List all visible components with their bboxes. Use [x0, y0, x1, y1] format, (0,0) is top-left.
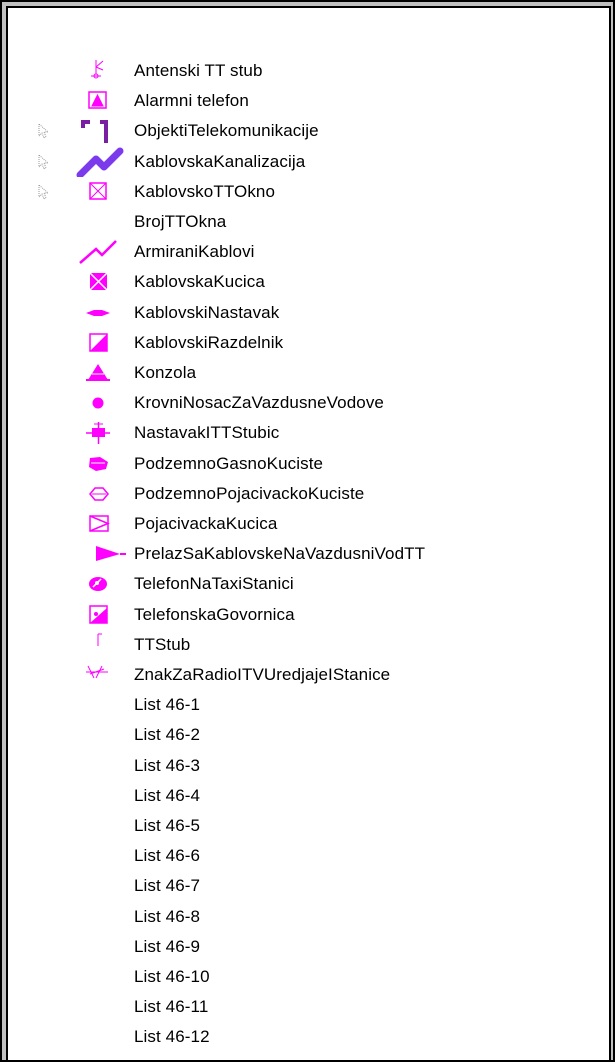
legend-item[interactable]: KrovniNosacZaVazdusneVodove: [8, 388, 608, 418]
cable-manhole-icon: [76, 177, 116, 207]
legend-item[interactable]: TelefonNaTaxiStanici: [8, 569, 608, 599]
legend-item-label: KablovskiNastavak: [134, 303, 280, 322]
legend-item-label: ZnakZaRadioITVUredjajeIStanice: [134, 665, 391, 684]
legend-item[interactable]: List 46-4: [8, 781, 608, 811]
underground-amplifier-housing-icon: [76, 479, 116, 509]
telecom-object-bracket-icon: [76, 116, 116, 146]
legend-item-label: BrojTTOkna: [134, 212, 227, 231]
legend-item-label: TelefonskaGovornica: [134, 605, 295, 624]
amplifier-box-icon: [76, 509, 116, 539]
legend-panel[interactable]: Antenski TT stub Alarmni telefon ObjektiTe…: [6, 6, 611, 1060]
tt-pole-icon: [76, 630, 116, 660]
legend-item[interactable]: KablovskiNastavak: [8, 298, 608, 328]
legend-item-label: KrovniNosacZaVazdusneVodove: [134, 393, 384, 412]
legend-item-label: List 46-1: [134, 695, 201, 714]
legend-item-label: PrelazSaKablovskeNaVazdusniVodTT: [134, 544, 426, 563]
legend-item[interactable]: List 46-3: [8, 751, 608, 781]
cable-joint-icon: [76, 298, 116, 328]
taxi-phone-icon: [76, 569, 116, 599]
selectable-pointer-icon: [38, 154, 50, 170]
legend-item[interactable]: ZnakZaRadioITVUredjajeIStanice: [8, 660, 608, 690]
legend-item[interactable]: ObjektiTelekomunikacije: [8, 116, 608, 146]
legend-item-label: NastavakITTStubic: [134, 423, 280, 442]
alarm-phone-icon: [76, 86, 116, 116]
legend-item-label: ObjektiTelekomunikacije: [134, 121, 319, 140]
armored-cable-line-icon: [76, 237, 117, 267]
legend-item[interactable]: PrelazSaKablovskeNaVazdusniVodTT: [8, 539, 608, 569]
legend-item-label: List 46-2: [134, 725, 201, 744]
legend-item[interactable]: List 46-7: [8, 871, 608, 901]
transition-flag-icon: [76, 539, 126, 569]
legend-item-label: List 46-3: [134, 756, 201, 775]
legend-item[interactable]: Konzola: [8, 358, 608, 388]
console-triangle-icon: [76, 358, 116, 388]
extension-post-icon: [76, 418, 116, 448]
legend-item-label: List 46-7: [134, 876, 201, 895]
legend-item-label: List 46-12: [134, 1027, 210, 1046]
legend-item[interactable]: TTStub: [8, 630, 608, 660]
legend-item-label: List 46-6: [134, 846, 201, 865]
legend-item-label: KablovskaKanalizacija: [134, 152, 306, 171]
underground-gas-housing-icon: [76, 449, 116, 479]
legend-item[interactable]: List 46-1: [8, 690, 608, 720]
legend-item[interactable]: NastavakITTStubic: [8, 418, 608, 448]
legend-item-label: KablovskaKucica: [134, 272, 265, 291]
phone-booth-icon: [76, 600, 116, 630]
legend-item[interactable]: TelefonskaGovornica: [8, 600, 608, 630]
cable-distributor-icon: [76, 328, 116, 358]
legend-item-label: TTStub: [134, 635, 191, 654]
selectable-pointer-icon: [38, 123, 50, 139]
legend-window-frame: Antenski TT stub Alarmni telefon ObjektiTe…: [0, 0, 615, 1062]
selectable-pointer-icon: [38, 184, 50, 200]
legend-item-label: Antenski TT stub: [134, 61, 263, 80]
legend-item[interactable]: KablovskiRazdelnik: [8, 328, 608, 358]
legend-item[interactable]: ArmiraniKablovi: [8, 237, 608, 267]
legend-item[interactable]: List 46-9: [8, 932, 608, 962]
legend-item-label: TelefonNaTaxiStanici: [134, 574, 294, 593]
legend-item[interactable]: KablovskaKanalizacija: [8, 147, 608, 177]
legend-item[interactable]: List 46-10: [8, 962, 608, 992]
roof-support-dot-icon: [76, 388, 116, 418]
legend-item-label: Konzola: [134, 363, 197, 382]
legend-item-label: Alarmni telefon: [134, 91, 249, 110]
antenna-pole-icon: [76, 56, 116, 86]
legend-item[interactable]: List 46-2: [8, 720, 608, 750]
legend-item[interactable]: PodzemnoGasnoKuciste: [8, 449, 608, 479]
legend-item-label: List 46-5: [134, 816, 201, 835]
legend-item[interactable]: PodzemnoPojacivackoKuciste: [8, 479, 608, 509]
legend-item[interactable]: List 46-12: [8, 1022, 608, 1052]
legend-item[interactable]: Alarmni telefon: [8, 86, 608, 116]
legend-item-label: List 46-10: [134, 967, 210, 986]
legend-item-label: KablovskoTTOkno: [134, 182, 276, 201]
legend-item[interactable]: BrojTTOkna: [8, 207, 608, 237]
legend-item[interactable]: Antenski TT stub: [8, 56, 608, 86]
legend-item[interactable]: List 46-8: [8, 902, 608, 932]
legend-item-label: List 46-11: [134, 997, 209, 1016]
legend-item-label: List 46-9: [134, 937, 201, 956]
legend-item[interactable]: List 46-5: [8, 811, 608, 841]
legend-item[interactable]: List 46-6: [8, 841, 608, 871]
legend-item-label: KablovskiRazdelnik: [134, 333, 284, 352]
legend-item-label: List 46-4: [134, 786, 201, 805]
legend-item-label: PojacivackaKucica: [134, 514, 278, 533]
legend-item[interactable]: KablovskaKucica: [8, 267, 608, 297]
legend-item[interactable]: PojacivackaKucica: [8, 509, 608, 539]
cable-cabinet-icon: [76, 267, 116, 297]
legend-item-label: PodzemnoPojacivackoKuciste: [134, 484, 365, 503]
legend-item-label: PodzemnoGasnoKuciste: [134, 454, 324, 473]
radio-tv-sign-icon: [76, 660, 116, 690]
legend-item[interactable]: KablovskoTTOkno: [8, 177, 608, 207]
cable-duct-line-icon: [76, 147, 124, 177]
legend-item[interactable]: List 46-11: [8, 992, 608, 1022]
legend-item-label: List 46-8: [134, 907, 201, 926]
legend-item-label: ArmiraniKablovi: [134, 242, 255, 261]
